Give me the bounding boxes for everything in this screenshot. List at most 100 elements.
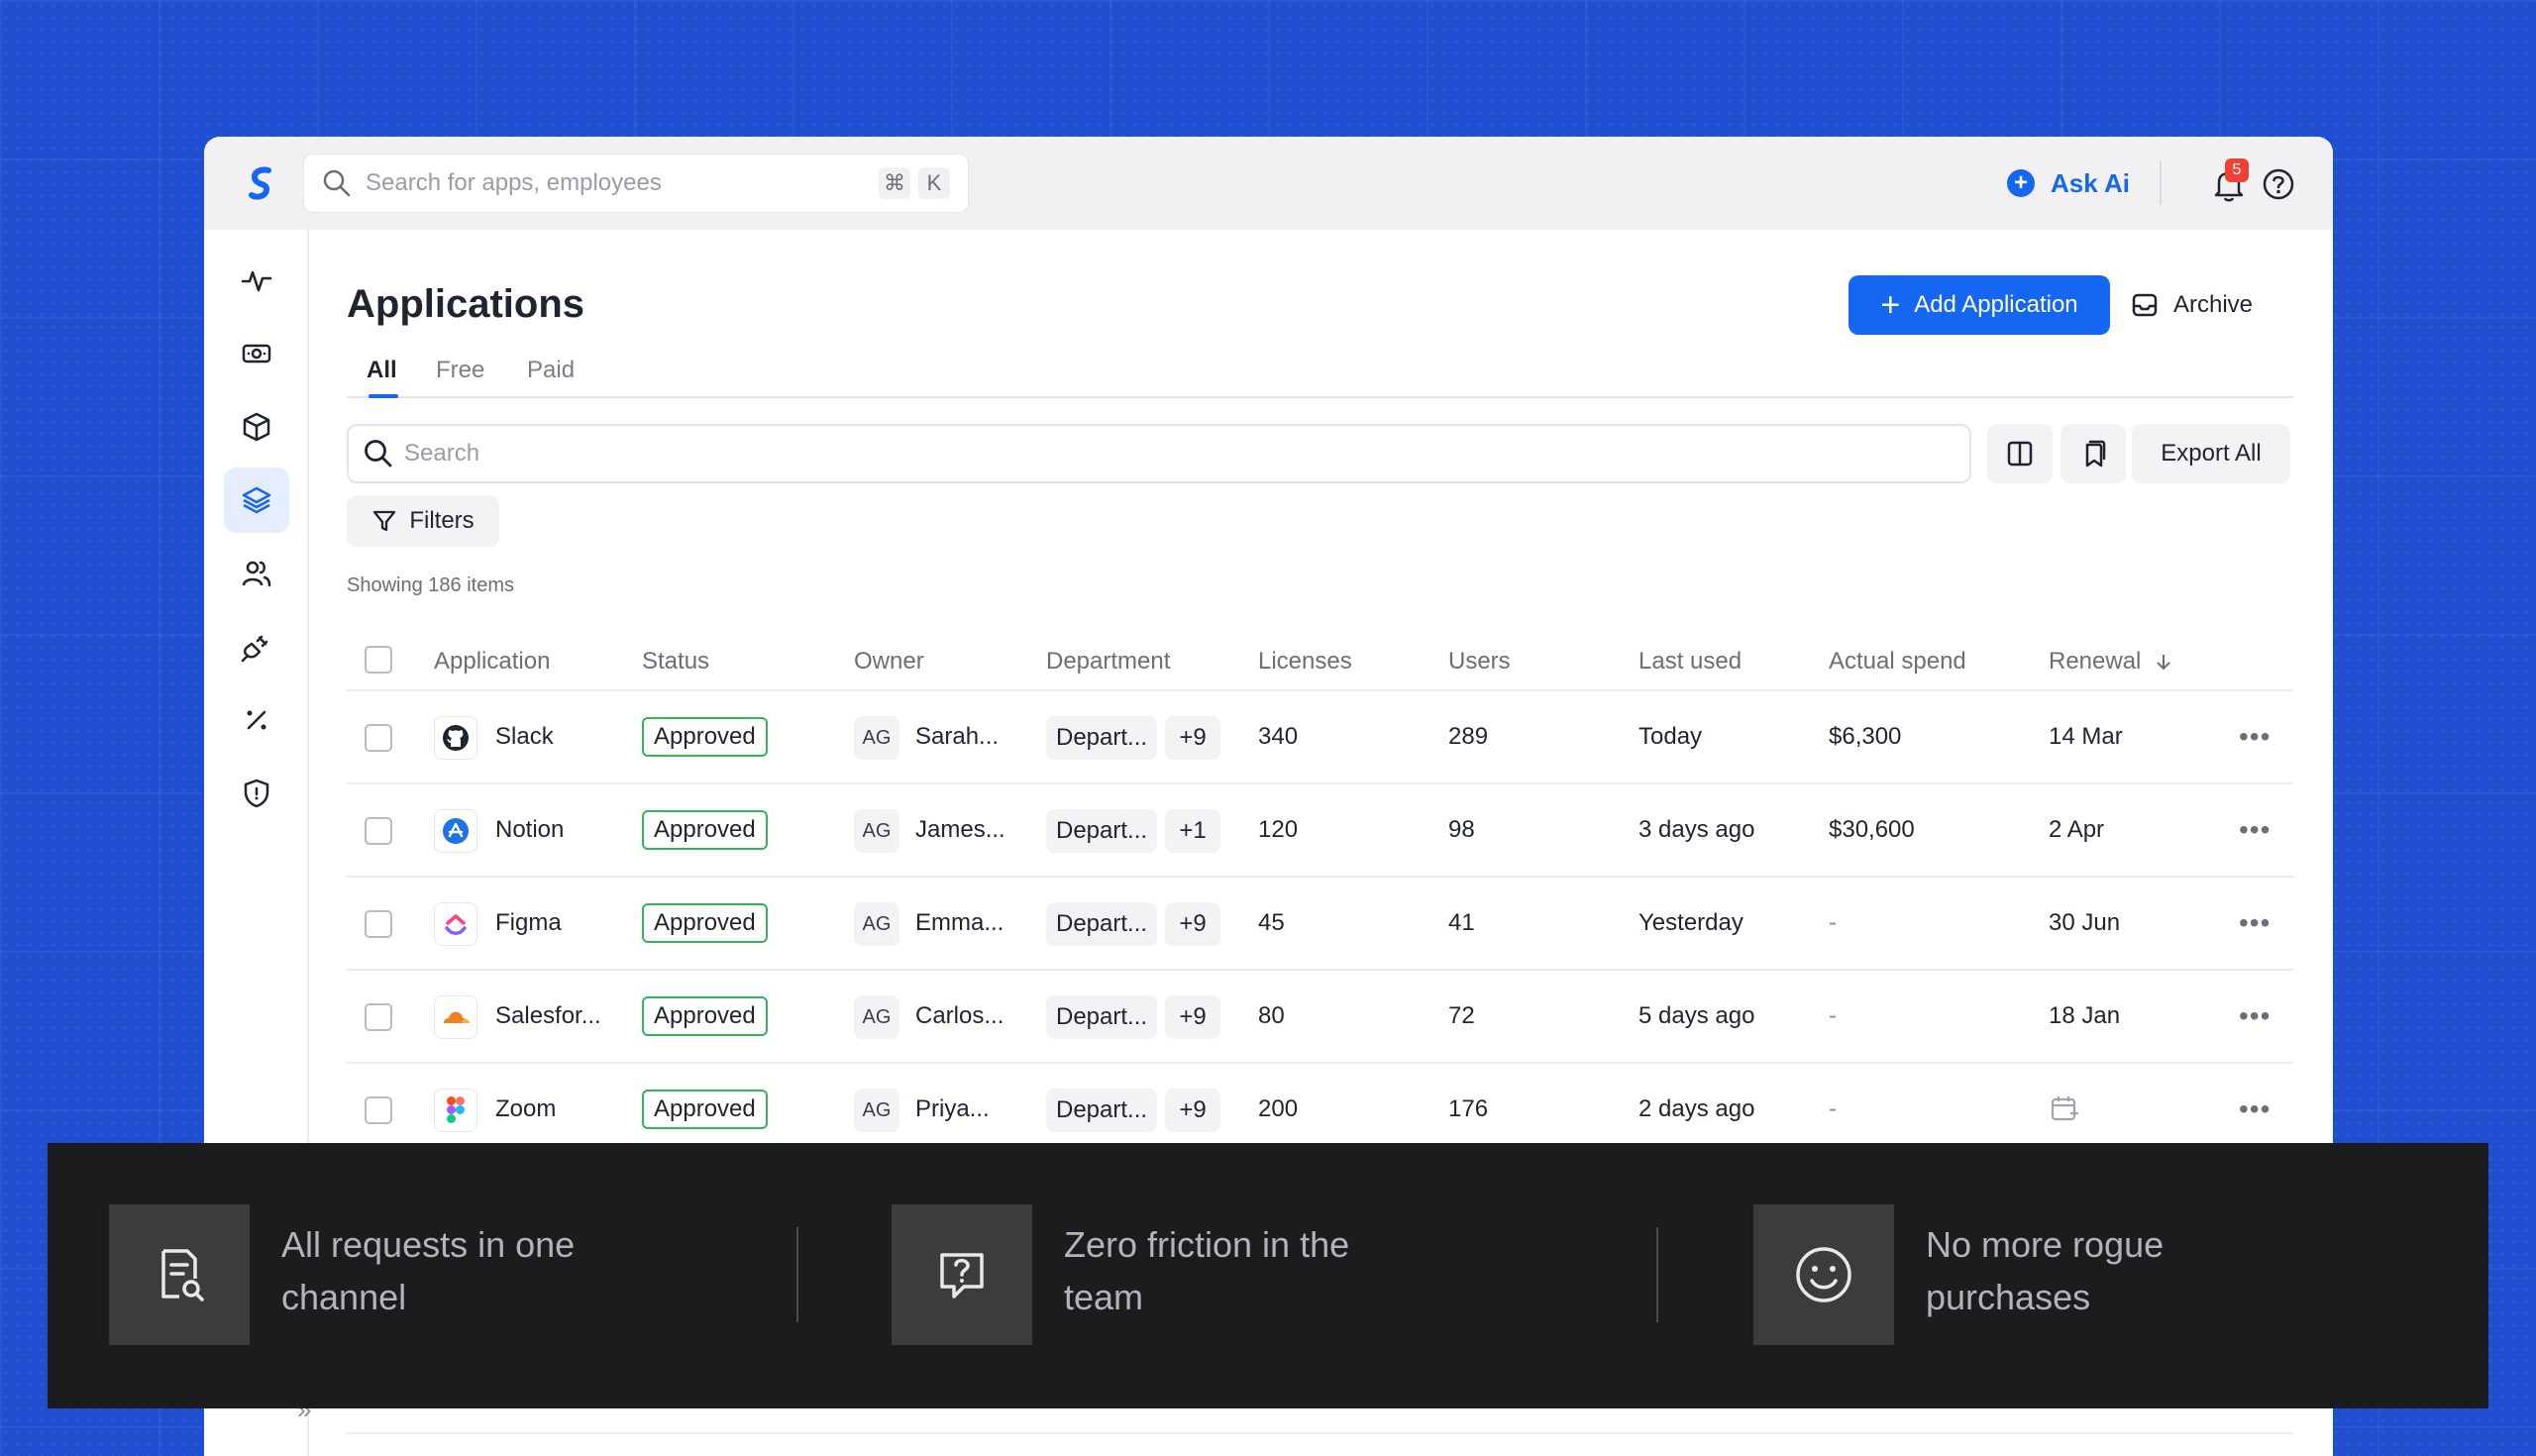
users-value: 98 <box>1448 816 1475 843</box>
app-name[interactable]: Salesfor... <box>495 1002 601 1030</box>
sidebar-item-applications[interactable] <box>224 468 289 533</box>
ask-ai-button[interactable]: + Ask Ai <box>2007 160 2130 206</box>
row-checkbox[interactable] <box>365 910 392 938</box>
item-count: Showing 186 items <box>347 574 514 596</box>
spend-value: - <box>1829 1095 1837 1122</box>
row-checkbox[interactable] <box>365 1096 392 1124</box>
more-options-icon[interactable]: ••• <box>2239 816 2271 844</box>
global-search[interactable]: ⌘ K <box>303 154 969 213</box>
topbar-divider <box>2160 161 2162 205</box>
table-header: Application Status Owner Department Lice… <box>347 630 2293 691</box>
more-options-icon[interactable]: ••• <box>2239 1002 2271 1030</box>
tab-all[interactable]: All <box>367 357 397 384</box>
users-value: 176 <box>1448 1095 1489 1122</box>
box-icon <box>243 412 270 442</box>
row-checkbox[interactable] <box>365 1003 392 1031</box>
department-chip: Depart... <box>1046 902 1158 946</box>
app-name[interactable]: Figma <box>495 909 562 937</box>
renewal-value: 2 Apr <box>2049 816 2105 843</box>
feature-item: All requests in one channel <box>109 1204 618 1345</box>
sidebar-item-security[interactable] <box>224 761 289 826</box>
department-more-chip[interactable]: +1 <box>1165 809 1220 853</box>
table-row[interactable]: Slack Approved AG Sarah... Depart... +9 … <box>347 691 2293 784</box>
table-search[interactable] <box>347 424 1971 483</box>
brand-logo-icon[interactable] <box>242 164 281 204</box>
table-search-input[interactable] <box>404 440 1955 468</box>
department-more-chip[interactable]: +9 <box>1165 1089 1220 1132</box>
column-header-department[interactable]: Department <box>1046 648 1170 676</box>
department-more-chip[interactable]: +9 <box>1165 995 1220 1039</box>
more-options-icon[interactable]: ••• <box>2239 723 2271 751</box>
more-options-icon[interactable]: ••• <box>2239 909 2271 937</box>
add-application-label: Add Application <box>1914 291 2078 318</box>
department-chip: Depart... <box>1046 995 1158 1039</box>
licenses-value: 200 <box>1258 1095 1299 1122</box>
feature-text: All requests in one channel <box>281 1224 576 1317</box>
page-title: Applications <box>347 282 585 326</box>
calendar-add-icon[interactable] <box>2049 1093 2080 1125</box>
column-header-status[interactable]: Status <box>642 648 709 676</box>
status-badge: Approved <box>642 1090 768 1129</box>
table-row[interactable]: Notion Approved AG James... Depart... +1… <box>347 784 2293 878</box>
column-header-last-used[interactable]: Last used <box>1638 648 1742 676</box>
feature-divider <box>1656 1227 1658 1322</box>
row-checkbox[interactable] <box>365 724 392 752</box>
table-row[interactable]: Figma Approved AG Emma... Depart... +9 4… <box>347 878 2293 971</box>
feature-text: No more rogue purchases <box>1926 1224 2165 1317</box>
columns-toggle-button[interactable] <box>1987 424 2053 483</box>
sidebar-item-users[interactable] <box>224 541 289 606</box>
table-row-divider <box>347 1432 2293 1434</box>
sort-down-icon <box>2157 655 2170 671</box>
export-all-button[interactable]: Export All <box>2132 424 2290 483</box>
last-used-value: 3 days ago <box>1638 816 1755 843</box>
users-value: 41 <box>1448 909 1475 936</box>
help-icon[interactable] <box>2261 166 2296 202</box>
feature-text: Zero friction in the team <box>1064 1224 1350 1317</box>
table-row[interactable]: Salesfor... Approved AG Carlos... Depart… <box>347 971 2293 1064</box>
department-chip: Depart... <box>1046 1089 1158 1132</box>
feature-divider <box>796 1227 798 1322</box>
tab-paid[interactable]: Paid <box>527 357 575 384</box>
column-header-licenses[interactable]: Licenses <box>1258 648 1352 676</box>
tab-free[interactable]: Free <box>436 357 484 384</box>
renewal-value: 14 Mar <box>2049 723 2123 750</box>
filters-button[interactable]: Filters <box>347 495 499 547</box>
sidebar-item-spend[interactable] <box>224 321 289 386</box>
spend-value: $30,600 <box>1829 816 1915 843</box>
column-header-actual-spend[interactable]: Actual spend <box>1829 648 1966 676</box>
global-search-input[interactable] <box>366 169 871 197</box>
tab-bar: All Free Paid <box>347 357 2293 398</box>
column-header-application[interactable]: Application <box>434 648 550 676</box>
sidebar-item-activity[interactable] <box>224 248 289 313</box>
owner-avatar: AG <box>854 809 899 853</box>
column-header-renewal[interactable]: Renewal <box>2049 648 2173 676</box>
sidebar-item-integrations[interactable] <box>224 614 289 679</box>
last-used-value: 5 days ago <box>1638 1002 1755 1029</box>
top-bar: ⌘ K + Ask Ai 5 <box>204 137 2333 230</box>
add-application-button[interactable]: + Add Application <box>1849 275 2110 335</box>
saved-views-button[interactable] <box>2060 424 2126 483</box>
sidebar-item-products[interactable] <box>224 394 289 460</box>
money-icon <box>242 344 271 364</box>
last-used-value: Yesterday <box>1638 909 1744 936</box>
row-checkbox[interactable] <box>365 817 392 845</box>
question-chat-icon <box>892 1204 1032 1345</box>
app-name[interactable]: Zoom <box>495 1095 556 1123</box>
sidebar-item-discounts[interactable] <box>224 687 289 753</box>
clickup-icon <box>434 902 477 946</box>
more-options-icon[interactable]: ••• <box>2239 1095 2271 1123</box>
department-more-chip[interactable]: +9 <box>1165 902 1220 946</box>
column-header-users[interactable]: Users <box>1448 648 1511 676</box>
app-name[interactable]: Slack <box>495 723 554 751</box>
smiley-icon <box>1753 1204 1894 1345</box>
owner-avatar: AG <box>854 902 899 946</box>
shield-icon <box>244 779 269 808</box>
owner-name: Carlos... <box>915 1002 1004 1029</box>
department-more-chip[interactable]: +9 <box>1165 716 1220 760</box>
column-header-owner[interactable]: Owner <box>854 648 924 676</box>
active-tab-indicator <box>369 394 398 398</box>
app-name[interactable]: Notion <box>495 816 564 844</box>
owner-avatar: AG <box>854 1089 899 1132</box>
archive-button[interactable]: Archive <box>2130 275 2269 335</box>
select-all-checkbox[interactable] <box>365 646 392 674</box>
